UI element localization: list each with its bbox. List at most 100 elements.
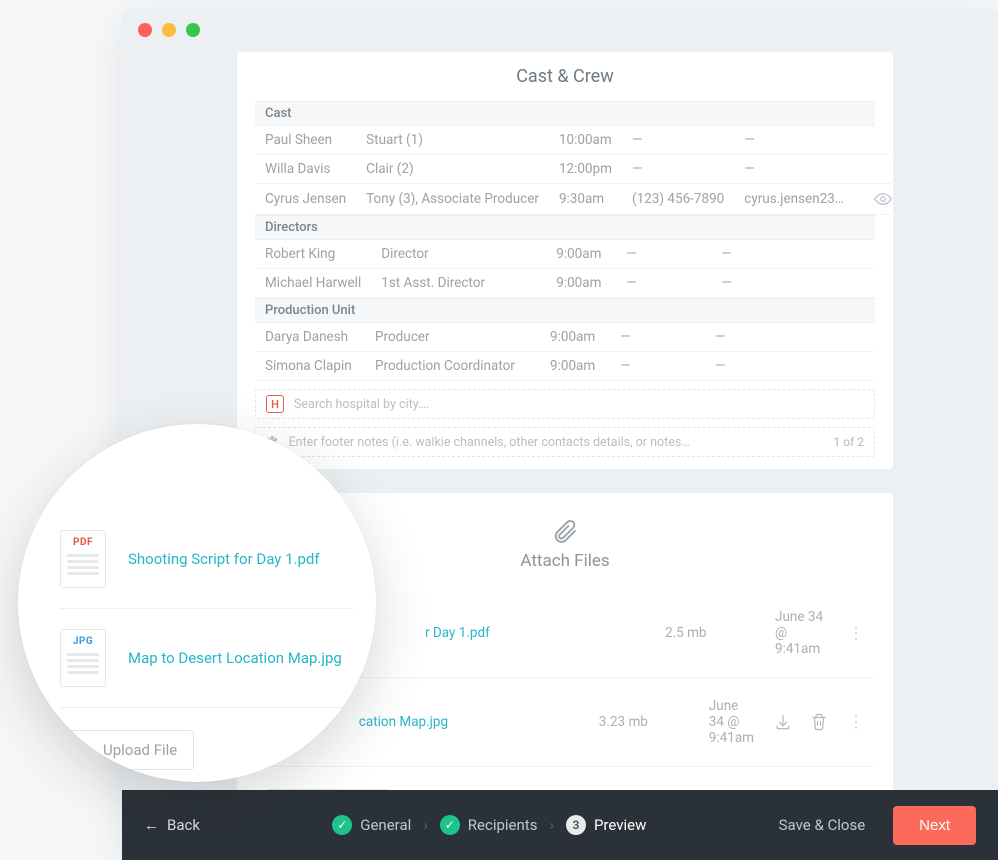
zoom-attachment-row[interactable]: PDF Shooting Script for Day 1.pdf	[60, 510, 354, 609]
person-role: 1st Asst. Director	[371, 269, 546, 298]
person-phone: —	[622, 155, 734, 184]
step-preview[interactable]: 3 Preview	[566, 815, 646, 835]
step-recipients[interactable]: ✓ Recipients	[440, 815, 538, 835]
person-name: Michael Harwell	[255, 269, 371, 298]
upload-file-label-zoom: Upload File	[103, 741, 177, 759]
attachment-name: r Day 1.pdf	[425, 625, 645, 641]
step-general-label: General	[360, 816, 411, 834]
page-indicator: 1 of 2	[834, 435, 864, 449]
person-phone: —	[616, 240, 711, 269]
person-email: —	[734, 155, 864, 184]
back-label: Back	[167, 816, 200, 834]
step-recipients-label: Recipients	[468, 816, 538, 834]
chevron-right-icon: ›	[423, 816, 428, 834]
person-email: —	[705, 352, 849, 381]
step-general[interactable]: ✓ General	[332, 815, 411, 835]
upload-icon	[77, 742, 93, 758]
eye-icon[interactable]	[874, 190, 892, 208]
person-role: Producer	[365, 323, 540, 352]
zoom-attachment-name: Map to Desert Location Map.jpg	[128, 649, 342, 667]
zoom-attachment-row[interactable]: JPG Map to Desert Location Map.jpg	[60, 609, 354, 708]
upload-file-button-zoom[interactable]: Upload File	[60, 730, 194, 770]
people-table: Robert KingDirector9:00am——Michael Harwe…	[255, 240, 875, 298]
people-table: Darya DaneshProducer9:00am——Simona Clapi…	[255, 323, 875, 381]
step-preview-label: Preview	[594, 816, 646, 834]
file-badge: JPG	[73, 636, 93, 647]
people-table: Paul SheenStuart (1)10:00am——Willa Davis…	[255, 126, 902, 215]
more-icon[interactable]: ⋮	[848, 630, 865, 636]
chevron-right-icon: ›	[549, 816, 554, 834]
person-name: Darya Danesh	[255, 323, 365, 352]
group-header: Cast	[255, 101, 875, 126]
person-email: —	[734, 126, 864, 155]
attachment-name: cation Map.jpg	[359, 714, 579, 730]
traffic-minimize-icon[interactable]	[162, 23, 176, 37]
check-icon: ✓	[440, 815, 460, 835]
hospital-search-row[interactable]: H Search hospital by city….	[255, 389, 875, 419]
person-role: Stuart (1)	[356, 126, 549, 155]
table-row[interactable]: Cyrus JensenTony (3), Associate Producer…	[255, 184, 902, 215]
person-phone: —	[610, 323, 705, 352]
step-number-icon: 3	[566, 815, 586, 835]
person-phone: —	[622, 126, 734, 155]
group-header: Directors	[255, 215, 875, 240]
next-button[interactable]: Next	[893, 806, 976, 845]
traffic-zoom-icon[interactable]	[186, 23, 200, 37]
attachment-size: 3.23 mb	[599, 714, 689, 730]
file-badge: PDF	[73, 537, 93, 548]
arrow-left-icon: ←	[144, 816, 159, 834]
table-row[interactable]: Paul SheenStuart (1)10:00am——	[255, 126, 902, 155]
person-role: Tony (3), Associate Producer	[356, 184, 549, 215]
person-role: Director	[371, 240, 546, 269]
footer-bar: ← Back ✓ General › ✓ Recipients › 3 Prev…	[122, 790, 998, 860]
footer-notes-placeholder: Enter footer notes (i.e. walkie channels…	[289, 435, 690, 450]
table-row[interactable]: Willa DavisClair (2)12:00pm——	[255, 155, 902, 184]
back-button[interactable]: ← Back	[144, 816, 200, 834]
attachment-size: 2.5 mb	[665, 625, 755, 641]
call-time: 9:00am	[546, 269, 616, 298]
attachment-date: June 34 @ 9:41am	[709, 698, 754, 746]
file-type-icon: JPG	[60, 629, 106, 687]
person-name: Paul Sheen	[255, 126, 356, 155]
zoom-attachment-name: Shooting Script for Day 1.pdf	[128, 550, 320, 568]
download-icon[interactable]	[774, 713, 792, 731]
stepper: ✓ General › ✓ Recipients › 3 Preview	[218, 815, 761, 835]
trash-icon[interactable]	[810, 713, 828, 731]
window-titlebar	[122, 8, 998, 52]
person-phone: —	[616, 269, 711, 298]
table-row[interactable]: Michael Harwell1st Asst. Director9:00am—…	[255, 269, 875, 298]
call-time: 9:00am	[546, 240, 616, 269]
table-row[interactable]: Simona ClapinProduction Coordinator9:00a…	[255, 352, 875, 381]
person-role: Production Coordinator	[365, 352, 540, 381]
traffic-close-icon[interactable]	[138, 23, 152, 37]
table-row[interactable]: Robert KingDirector9:00am——	[255, 240, 875, 269]
check-icon: ✓	[332, 815, 352, 835]
person-name: Cyrus Jensen	[255, 184, 356, 215]
footer-notes-row[interactable]: ✽ Enter footer notes (i.e. walkie channe…	[255, 427, 875, 457]
person-email: cyrus.jensen23@hotmail…	[734, 184, 864, 215]
call-time: 9:00am	[540, 323, 610, 352]
person-name: Willa Davis	[255, 155, 356, 184]
cast-crew-title: Cast & Crew	[255, 66, 875, 87]
call-time: 12:00pm	[549, 155, 622, 184]
person-email: —	[711, 240, 849, 269]
person-email: —	[711, 269, 849, 298]
person-phone: (123) 456-7890	[622, 184, 734, 215]
person-name: Robert King	[255, 240, 371, 269]
group-header: Production Unit	[255, 298, 875, 323]
person-email: —	[705, 323, 849, 352]
call-time: 9:30am	[549, 184, 622, 215]
table-row[interactable]: Darya DaneshProducer9:00am——	[255, 323, 875, 352]
attachment-date: June 34 @ 9:41am	[775, 609, 828, 657]
save-and-close-button[interactable]: Save & Close	[779, 816, 866, 834]
zoom-preview: PDF Shooting Script for Day 1.pdf JPG Map t…	[18, 424, 376, 782]
call-time: 10:00am	[549, 126, 622, 155]
hospital-icon: H	[266, 395, 284, 413]
person-role: Clair (2)	[356, 155, 549, 184]
call-time: 9:00am	[540, 352, 610, 381]
person-phone: —	[610, 352, 705, 381]
file-type-icon: PDF	[60, 530, 106, 588]
paperclip-icon	[551, 517, 579, 545]
more-icon[interactable]: ⋮	[848, 719, 865, 725]
hospital-placeholder: Search hospital by city….	[294, 397, 430, 412]
